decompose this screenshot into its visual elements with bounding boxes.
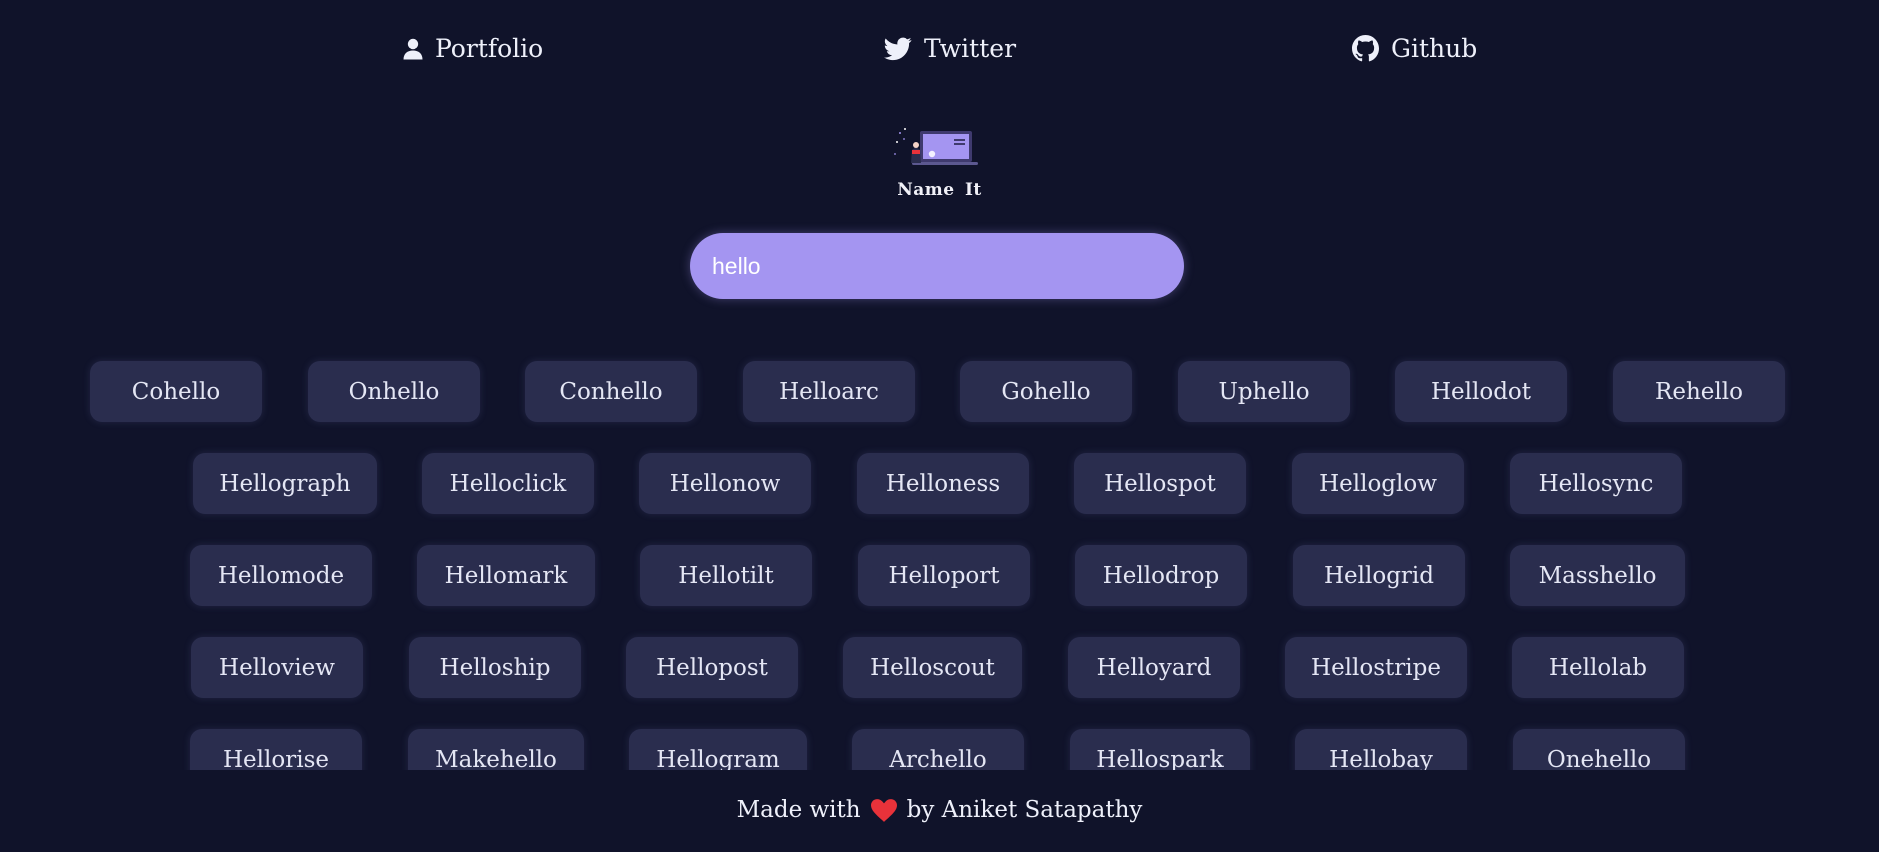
name-chip[interactable]: Hellograph (193, 453, 377, 514)
name-chip[interactable]: Hellostripe (1285, 637, 1467, 698)
logo-illustration (890, 126, 984, 170)
footer: Made with by Aniket Satapathy (0, 797, 1879, 823)
name-chip[interactable]: Helloglow (1292, 453, 1464, 514)
results-row: Hellorise Makehello Hellogram Archello H… (0, 723, 1879, 770)
name-chip[interactable]: Hellosync (1510, 453, 1682, 514)
name-chip[interactable]: Helloscout (843, 637, 1022, 698)
results-row: Cohello Onhello Conhello Helloarc Gohell… (0, 355, 1879, 422)
name-chip[interactable]: Helloport (858, 545, 1030, 606)
top-nav: Portfolio Twitter Github (0, 30, 1879, 70)
name-chip[interactable]: Conhello (525, 361, 697, 422)
brand-name: Name It (897, 180, 982, 200)
name-chip[interactable]: Helloship (409, 637, 581, 698)
github-link[interactable]: Github (1352, 34, 1477, 63)
name-chip[interactable]: Hellonow (639, 453, 811, 514)
name-chip[interactable]: Helloness (857, 453, 1029, 514)
name-chip[interactable]: Archello (852, 729, 1024, 770)
github-icon (1352, 35, 1379, 62)
name-chip[interactable]: Helloyard (1068, 637, 1240, 698)
search-input[interactable] (690, 233, 1184, 299)
name-chip[interactable]: Helloarc (743, 361, 915, 422)
name-chip[interactable]: Hellomode (190, 545, 372, 606)
name-chip[interactable]: Helloview (191, 637, 363, 698)
name-chip[interactable]: Hellogram (629, 729, 807, 770)
twitter-link[interactable]: Twitter (884, 34, 1016, 63)
footer-suffix: by Aniket Satapathy (906, 797, 1143, 823)
name-chip[interactable]: Hellotilt (640, 545, 812, 606)
user-icon (403, 38, 423, 60)
name-chip[interactable]: Hellogrid (1293, 545, 1465, 606)
twitter-icon (884, 37, 912, 61)
name-chip[interactable]: Hellomark (417, 545, 595, 606)
name-chip[interactable]: Hellospark (1070, 729, 1250, 770)
twitter-label: Twitter (924, 34, 1017, 63)
portfolio-label: Portfolio (435, 34, 544, 63)
results-row: Hellograph Helloclick Hellonow Helloness… (0, 447, 1879, 514)
name-chip[interactable]: Hellolab (1512, 637, 1684, 698)
name-chip[interactable]: Hellorise (190, 729, 362, 770)
name-chip[interactable]: Rehello (1613, 361, 1785, 422)
name-chip[interactable]: Gohello (960, 361, 1132, 422)
name-chip[interactable]: Cohello (90, 361, 262, 422)
results-row: Helloview Helloship Hellopost Helloscout… (0, 631, 1879, 698)
portfolio-link[interactable]: Portfolio (403, 34, 543, 63)
name-chip[interactable]: Hellodot (1395, 361, 1567, 422)
name-chip[interactable]: Uphello (1178, 361, 1350, 422)
name-chip[interactable]: Masshello (1510, 545, 1685, 606)
name-chip[interactable]: Hellopost (626, 637, 798, 698)
name-chip[interactable]: Helloclick (422, 453, 594, 514)
name-chip[interactable]: Onehello (1513, 729, 1685, 770)
name-chip[interactable]: Onhello (308, 361, 480, 422)
github-label: Github (1391, 34, 1478, 63)
heart-icon (870, 798, 897, 822)
name-chip[interactable]: Makehello (408, 729, 584, 770)
results-grid: Cohello Onhello Conhello Helloarc Gohell… (0, 355, 1879, 770)
results-row: Hellomode Hellomark Hellotilt Helloport … (0, 539, 1879, 606)
name-chip[interactable]: Hellobay (1295, 729, 1467, 770)
footer-prefix: Made with (736, 797, 861, 823)
name-chip[interactable]: Hellospot (1074, 453, 1246, 514)
name-chip[interactable]: Hellodrop (1075, 545, 1247, 606)
